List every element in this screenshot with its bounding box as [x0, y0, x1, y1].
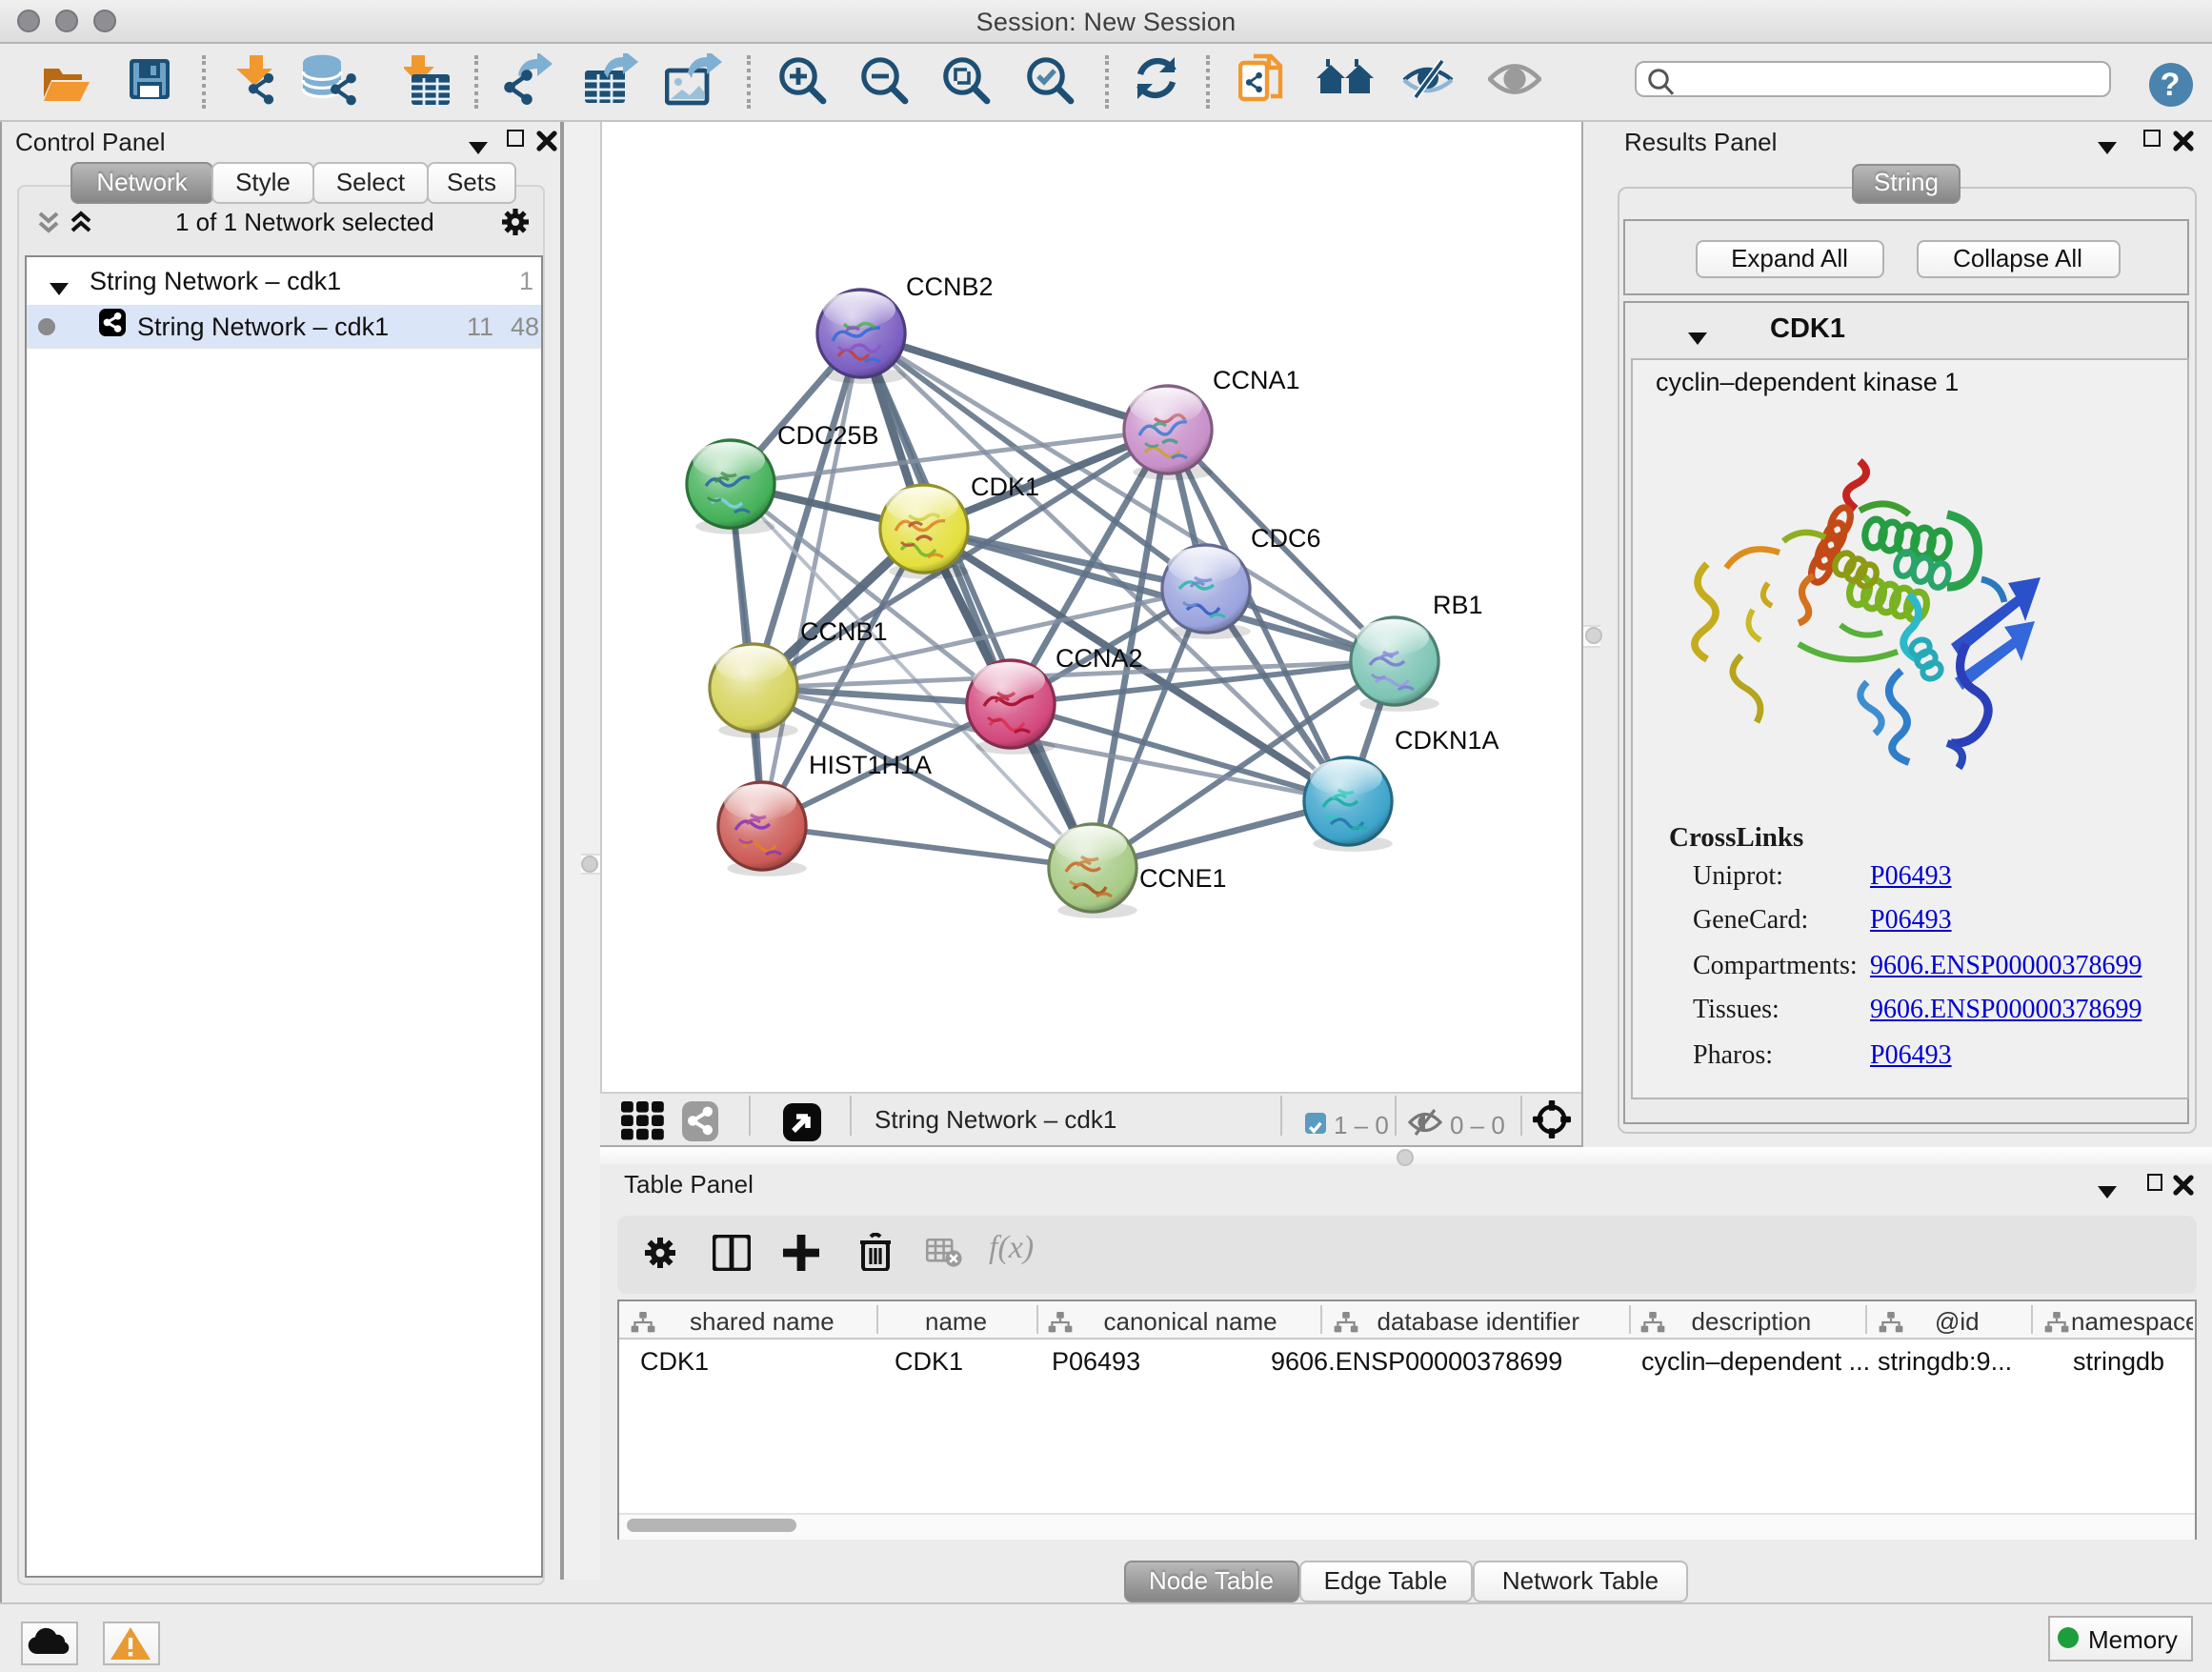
svg-text:CCNB2: CCNB2 — [905, 272, 993, 300]
svg-text:CDC6: CDC6 — [1250, 523, 1320, 552]
svg-text:CDKN1A: CDKN1A — [1394, 725, 1498, 754]
svg-text:CDC25B: CDC25B — [776, 420, 878, 449]
svg-text:CCNE1: CCNE1 — [1138, 863, 1226, 892]
svg-text:HIST1H1A: HIST1H1A — [808, 750, 931, 778]
svg-text:CCNA2: CCNA2 — [1055, 643, 1142, 672]
svg-text:RB1: RB1 — [1432, 590, 1482, 618]
svg-text:CDK1: CDK1 — [970, 472, 1038, 500]
svg-text:CCNB1: CCNB1 — [799, 616, 887, 645]
svg-text:CCNA1: CCNA1 — [1212, 365, 1299, 393]
